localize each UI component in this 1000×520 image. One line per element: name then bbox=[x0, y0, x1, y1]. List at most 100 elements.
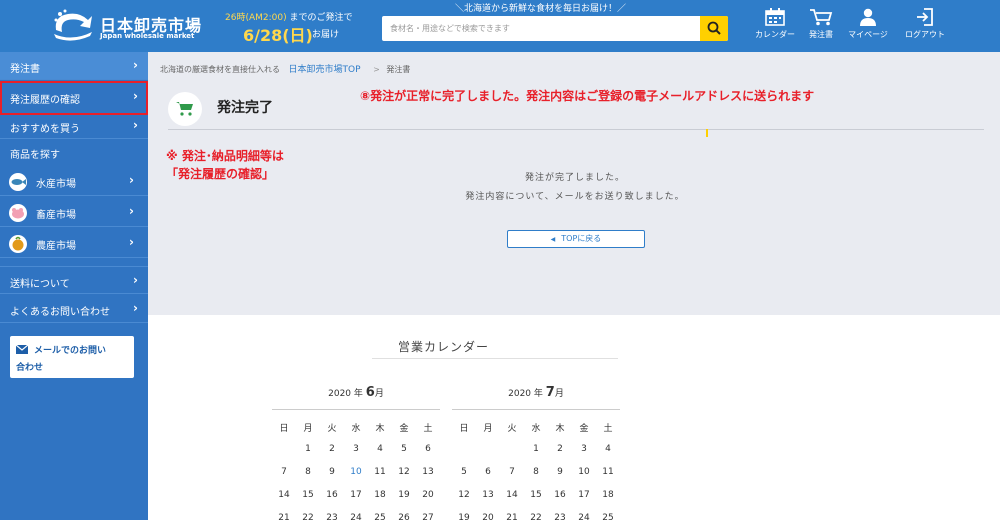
title-divider bbox=[168, 129, 984, 130]
sidebar-item-produce[interactable]: 農産市場 › bbox=[0, 228, 148, 258]
calendar-weekday-row: 日月火水木金土 bbox=[272, 421, 440, 444]
sidebar-item-livestock[interactable]: 畜産市場 › bbox=[0, 197, 148, 227]
calendar-day: 24 bbox=[578, 513, 590, 520]
title-accent-mark bbox=[706, 129, 708, 137]
calendar-title-divider bbox=[372, 358, 618, 359]
nav-mypage-label: マイページ bbox=[848, 30, 888, 39]
calendar-day: 5 bbox=[461, 467, 467, 477]
search-icon bbox=[707, 21, 721, 35]
search-button[interactable] bbox=[700, 16, 728, 41]
calendar-day: 19 bbox=[398, 490, 410, 500]
calendar-day: 6 bbox=[425, 444, 431, 454]
sidebar-item-seafood[interactable]: 水産市場 › bbox=[0, 166, 148, 196]
header-tagline: ＼北海道から新鮮な食材を毎日お届け！／ bbox=[455, 4, 627, 14]
sidebar-item-shipping[interactable]: 送料について › bbox=[0, 266, 148, 294]
calendar-day: 23 bbox=[554, 513, 566, 520]
calendar-day: 4 bbox=[605, 444, 611, 454]
breadcrumb-separator: > bbox=[373, 65, 380, 74]
calendar-month: 7 bbox=[545, 385, 555, 400]
site-header: 日本卸売市場 Japan wholesale market 26時(AM2:00… bbox=[0, 0, 1000, 52]
calendar-year-suffix: 年 bbox=[353, 389, 363, 399]
delivery-suffix: お届け bbox=[312, 30, 340, 40]
calendar-day: 1 bbox=[305, 444, 311, 454]
pig-icon bbox=[9, 204, 27, 222]
nav-logout[interactable]: ログアウト bbox=[898, 8, 952, 46]
vegetable-icon bbox=[9, 235, 27, 253]
calendar-weekday: 日 bbox=[279, 424, 289, 434]
calendar-day: 9 bbox=[329, 467, 335, 477]
mail-contact-label-2: 合わせ bbox=[16, 363, 44, 373]
nav-order-sheet-label: 発注書 bbox=[809, 30, 833, 39]
cart-icon bbox=[176, 102, 193, 116]
calendar-day: 25 bbox=[602, 513, 614, 520]
calendar-day: 21 bbox=[278, 513, 290, 520]
sidebar-item-faq[interactable]: よくあるお問い合わせ › bbox=[0, 295, 148, 323]
back-to-top-button[interactable]: ◀ TOPに戻る bbox=[507, 230, 645, 248]
calendar-day bbox=[476, 444, 500, 467]
delivery-info: 26時(AM2:00) までのご発注で 6/28(日) お届け bbox=[225, 10, 365, 46]
calendar-weekday: 金 bbox=[579, 424, 589, 434]
logo-mark-icon bbox=[54, 9, 92, 41]
search-input[interactable] bbox=[382, 16, 700, 41]
calendar-month: 6 bbox=[365, 385, 375, 400]
calendar-day: 18 bbox=[602, 490, 614, 500]
calendar-week-row: 12 13 14 15 16 17 18 bbox=[452, 490, 620, 513]
delivery-date: 6/28(日) bbox=[243, 26, 313, 45]
calendar-day: 27 bbox=[422, 513, 434, 520]
calendar-day: 11 bbox=[374, 467, 386, 477]
calendar-day: 15 bbox=[302, 490, 314, 500]
calendar-weekday-row: 日月火水木金土 bbox=[452, 421, 620, 444]
calendar-day: 14 bbox=[278, 490, 290, 500]
chevron-right-icon: › bbox=[133, 301, 138, 315]
mail-contact-button[interactable]: メールでのお問い 合わせ bbox=[10, 336, 134, 378]
calendar-week-row: 1 2 3 4 5 6 bbox=[272, 444, 440, 467]
sidebar-heading: 商品を探す bbox=[10, 150, 60, 161]
calendar-month-header: 2020 年 6月 bbox=[272, 385, 440, 400]
calendar-week-row: 19 20 21 22 23 24 25 bbox=[452, 513, 620, 520]
calendar-day: 4 bbox=[377, 444, 383, 454]
calendar-year: 2020 bbox=[508, 389, 532, 399]
calendar-day: 7 bbox=[509, 467, 515, 477]
calendar-weekday: 木 bbox=[375, 424, 385, 434]
calendar-week-row: 7 8 9 10 11 12 13 bbox=[272, 467, 440, 490]
calendar-day: 25 bbox=[374, 513, 386, 520]
calendar-divider bbox=[272, 409, 440, 410]
sidebar-item-recommended[interactable]: おすすめを買う › bbox=[0, 115, 148, 139]
chevron-right-icon: › bbox=[129, 173, 134, 187]
calendar-day: 10 bbox=[578, 467, 590, 477]
calendar-weekday: 日 bbox=[459, 424, 469, 434]
calendar-month-header: 2020 年 7月 bbox=[452, 385, 620, 400]
fish-icon bbox=[9, 173, 27, 191]
calendar-day: 3 bbox=[581, 444, 587, 454]
nav-calendar[interactable]: カレンダー bbox=[750, 8, 800, 46]
business-calendar: 営業カレンダー 2020 年 6月 日月火水木金土 1 2 3 4 5 6 7 8 9 10 11 12… bbox=[148, 315, 1000, 520]
calendar-weekday: 月 bbox=[303, 424, 313, 434]
calendar-day bbox=[452, 444, 476, 467]
mail-contact-label-1: メールでのお問い bbox=[34, 346, 107, 356]
sidebar-item-order-sheet[interactable]: 発注書 › bbox=[0, 52, 148, 80]
calendar-day: 2 bbox=[329, 444, 335, 454]
calendar-week-row: 1 2 3 4 bbox=[452, 444, 620, 467]
annotation-history: ※ 発注･納品明細等は 「発注履歴の確認」 bbox=[166, 147, 284, 183]
calendar-day bbox=[272, 444, 296, 467]
chevron-right-icon: › bbox=[133, 58, 138, 72]
calendar-day: 10 bbox=[350, 467, 362, 477]
breadcrumb-top-link[interactable]: 日本卸売市場TOP bbox=[289, 65, 361, 75]
calendar-day: 19 bbox=[458, 513, 470, 520]
calendar-weekday: 水 bbox=[351, 424, 361, 434]
calendar-weekday: 金 bbox=[399, 424, 409, 434]
calendar-weekday: 火 bbox=[507, 424, 517, 434]
calendar-week-row: 5 6 7 8 9 10 11 bbox=[452, 467, 620, 490]
calendar-day: 16 bbox=[554, 490, 566, 500]
nav-order-sheet[interactable]: 発注書 bbox=[803, 8, 839, 46]
calendar-day: 20 bbox=[482, 513, 494, 520]
sidebar-item-order-history[interactable]: 発注履歴の確認 › bbox=[0, 81, 148, 115]
calendar-year: 2020 bbox=[328, 389, 352, 399]
nav-calendar-label: カレンダー bbox=[755, 30, 795, 39]
calendar-day: 24 bbox=[350, 513, 362, 520]
nav-mypage[interactable]: マイページ bbox=[843, 8, 893, 46]
cart-icon bbox=[810, 9, 833, 26]
calendar-day: 22 bbox=[302, 513, 314, 520]
site-logo[interactable]: 日本卸売市場 Japan wholesale market bbox=[50, 6, 201, 46]
calendar-day: 8 bbox=[305, 467, 311, 477]
